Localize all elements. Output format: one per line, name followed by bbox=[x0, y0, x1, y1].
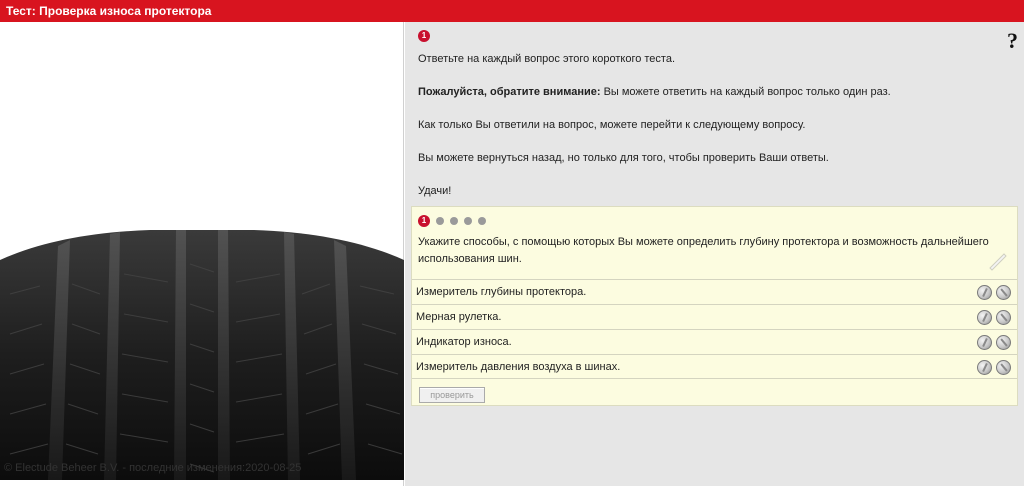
question-dot[interactable] bbox=[450, 217, 458, 225]
attention-label: Пожалуйста, обратите внимание: bbox=[418, 86, 601, 98]
check-button[interactable]: проверить bbox=[419, 387, 485, 403]
instruction-line: Вы можете вернуться назад, но только для… bbox=[418, 152, 829, 164]
answer-yes-radio[interactable] bbox=[977, 285, 992, 300]
instructions: Ответьте на каждый вопрос этого коротког… bbox=[418, 52, 998, 217]
answer-list: Измеритель глубины протектора. Мерная ру… bbox=[412, 279, 1017, 379]
answer-row: Мерная рулетка. bbox=[412, 304, 1017, 329]
help-icon[interactable]: ? bbox=[1007, 28, 1018, 54]
answer-yes-radio[interactable] bbox=[977, 310, 992, 325]
answer-no-radio[interactable] bbox=[996, 360, 1011, 375]
attention-text: Вы можете ответить на каждый вопрос толь… bbox=[600, 86, 891, 98]
answer-no-radio[interactable] bbox=[996, 310, 1011, 325]
answer-label: Измеритель давления воздуха в шинах. bbox=[416, 361, 621, 373]
answer-yes-radio[interactable] bbox=[977, 360, 992, 375]
question-text: Укажите способы, с помощью которых Вы мо… bbox=[418, 236, 989, 265]
answer-label: Мерная рулетка. bbox=[416, 311, 502, 323]
answer-row: Измеритель глубины протектора. bbox=[412, 279, 1017, 304]
answer-label: Измеритель глубины протектора. bbox=[416, 286, 587, 298]
answer-no-radio[interactable] bbox=[996, 335, 1011, 350]
copyright-text: © Electude Beheer B.V. - последние измен… bbox=[4, 462, 302, 474]
window-title: Тест: Проверка износа протектора bbox=[0, 0, 1024, 22]
question-panel: 1 Укажите способы, с помощью которых Вы … bbox=[411, 206, 1018, 406]
instruction-line: Как только Вы ответили на вопрос, можете… bbox=[418, 119, 806, 131]
answer-no-radio[interactable] bbox=[996, 285, 1011, 300]
question-dot[interactable] bbox=[478, 217, 486, 225]
question-dot[interactable] bbox=[436, 217, 444, 225]
answer-row: Индикатор износа. bbox=[412, 329, 1017, 354]
question-dot[interactable] bbox=[464, 217, 472, 225]
step-badge: 1 bbox=[418, 30, 430, 42]
pencil-icon bbox=[989, 253, 1007, 271]
answer-label: Индикатор износа. bbox=[416, 336, 512, 348]
instruction-line: Ответьте на каждый вопрос этого коротког… bbox=[418, 53, 676, 65]
left-panel: © Electude Beheer B.V. - последние измен… bbox=[0, 22, 404, 486]
attention-line: Пожалуйста, обратите внимание: Вы можете… bbox=[418, 85, 998, 99]
tyre-tread-image bbox=[0, 230, 404, 480]
answer-yes-radio[interactable] bbox=[977, 335, 992, 350]
answer-row: Измеритель давления воздуха в шинах. bbox=[412, 354, 1017, 379]
right-panel: 1 ? Ответьте на каждый вопрос этого коро… bbox=[405, 22, 1024, 486]
current-question-badge: 1 bbox=[418, 215, 430, 227]
good-luck-text: Удачи! bbox=[418, 185, 452, 197]
